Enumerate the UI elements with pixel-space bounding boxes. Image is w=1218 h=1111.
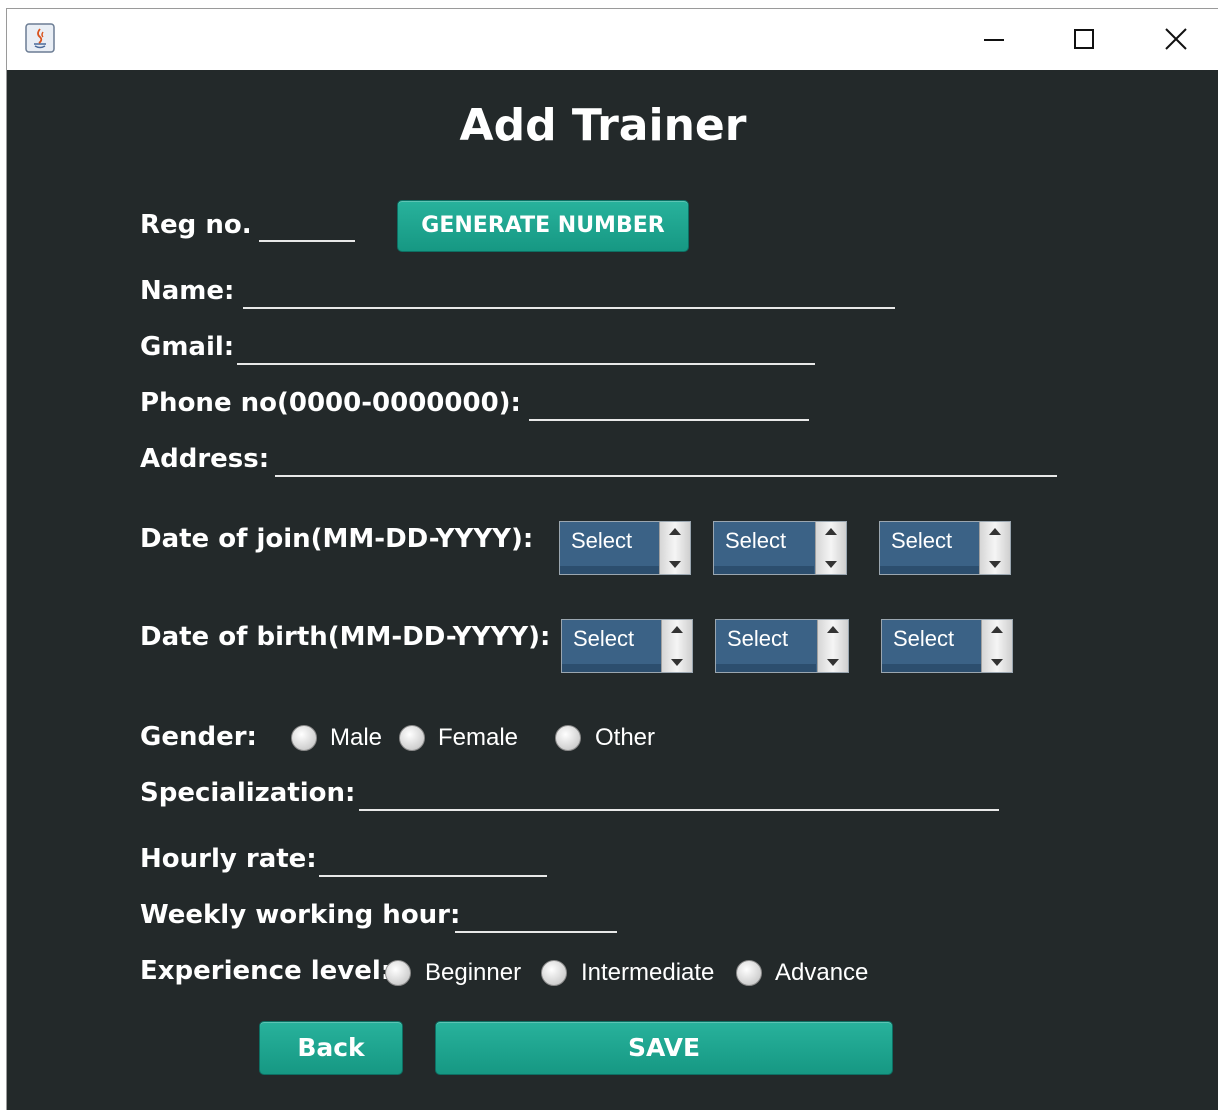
experience-intermediate-radio[interactable] <box>541 960 567 986</box>
birth-day-value: Select <box>727 626 789 651</box>
weekly-hour-label: Weekly working hour: <box>140 900 461 930</box>
gender-other-label[interactable]: Other <box>595 724 655 752</box>
gender-male-radio[interactable] <box>291 725 317 751</box>
join-date-label: Date of join(MM-DD-YYYY): <box>140 524 534 554</box>
birth-year-value: Select <box>893 626 955 651</box>
phone-field[interactable] <box>529 419 809 421</box>
join-year-value: Select <box>891 528 953 553</box>
gender-female-label[interactable]: Female <box>438 724 518 752</box>
experience-advance-label[interactable]: Advance <box>775 959 868 987</box>
close-icon[interactable] <box>1156 19 1196 59</box>
birth-day-select[interactable]: Select <box>715 619 849 673</box>
title-bar <box>7 9 1218 70</box>
address-label: Address: <box>140 444 270 474</box>
experience-beginner-label[interactable]: Beginner <box>425 959 521 987</box>
maximize-icon[interactable] <box>1064 19 1104 59</box>
combo-footer <box>562 664 662 672</box>
experience-label: Experience level: <box>140 956 392 986</box>
name-field[interactable] <box>243 307 895 309</box>
gmail-label: Gmail: <box>140 332 235 362</box>
join-day-value: Select <box>725 528 787 553</box>
page-title: Add Trainer <box>459 100 747 151</box>
minimize-icon[interactable] <box>974 19 1014 59</box>
spinner-icon[interactable] <box>981 620 1012 672</box>
birth-date-label: Date of birth(MM-DD-YYYY): <box>140 622 551 652</box>
generate-number-button[interactable]: GENERATE NUMBER <box>397 200 689 252</box>
combo-footer <box>560 566 660 574</box>
address-field[interactable] <box>275 475 1057 477</box>
join-day-select[interactable]: Select <box>713 521 847 575</box>
gender-male-label[interactable]: Male <box>330 724 382 752</box>
birth-month-value: Select <box>573 626 635 651</box>
specialization-field[interactable] <box>359 809 999 811</box>
gender-other-radio[interactable] <box>555 725 581 751</box>
spinner-icon[interactable] <box>661 620 692 672</box>
experience-intermediate-label[interactable]: Intermediate <box>581 959 714 987</box>
java-app-icon <box>25 23 55 53</box>
combo-footer <box>882 664 982 672</box>
combo-footer <box>714 566 814 574</box>
gender-label: Gender: <box>140 722 257 752</box>
join-year-select[interactable]: Select <box>879 521 1011 575</box>
reg-label: Reg no. <box>140 210 252 240</box>
spinner-icon[interactable] <box>979 522 1010 574</box>
hourly-rate-field[interactable] <box>319 875 547 877</box>
gender-female-radio[interactable] <box>399 725 425 751</box>
name-label: Name: <box>140 276 235 306</box>
hourly-rate-label: Hourly rate: <box>140 844 317 874</box>
experience-advance-radio[interactable] <box>736 960 762 986</box>
back-button[interactable]: Back <box>259 1021 403 1075</box>
app-window: Add Trainer Reg no. GENERATE NUMBER Name… <box>6 8 1218 1110</box>
birth-month-select[interactable]: Select <box>561 619 693 673</box>
combo-footer <box>880 566 980 574</box>
save-button[interactable]: SAVE <box>435 1021 893 1075</box>
join-month-select[interactable]: Select <box>559 521 691 575</box>
experience-beginner-radio[interactable] <box>385 960 411 986</box>
weekly-hour-field[interactable] <box>455 931 617 933</box>
combo-footer <box>716 664 816 672</box>
spinner-icon[interactable] <box>815 522 846 574</box>
spinner-icon[interactable] <box>659 522 690 574</box>
phone-label: Phone no(0000-0000000): <box>140 388 521 418</box>
form-panel: Add Trainer Reg no. GENERATE NUMBER Name… <box>7 70 1218 1111</box>
reg-number-field[interactable] <box>259 240 355 242</box>
birth-year-select[interactable]: Select <box>881 619 1013 673</box>
gmail-field[interactable] <box>237 363 815 365</box>
spinner-icon[interactable] <box>817 620 848 672</box>
specialization-label: Specialization: <box>140 778 356 808</box>
join-month-value: Select <box>571 528 633 553</box>
